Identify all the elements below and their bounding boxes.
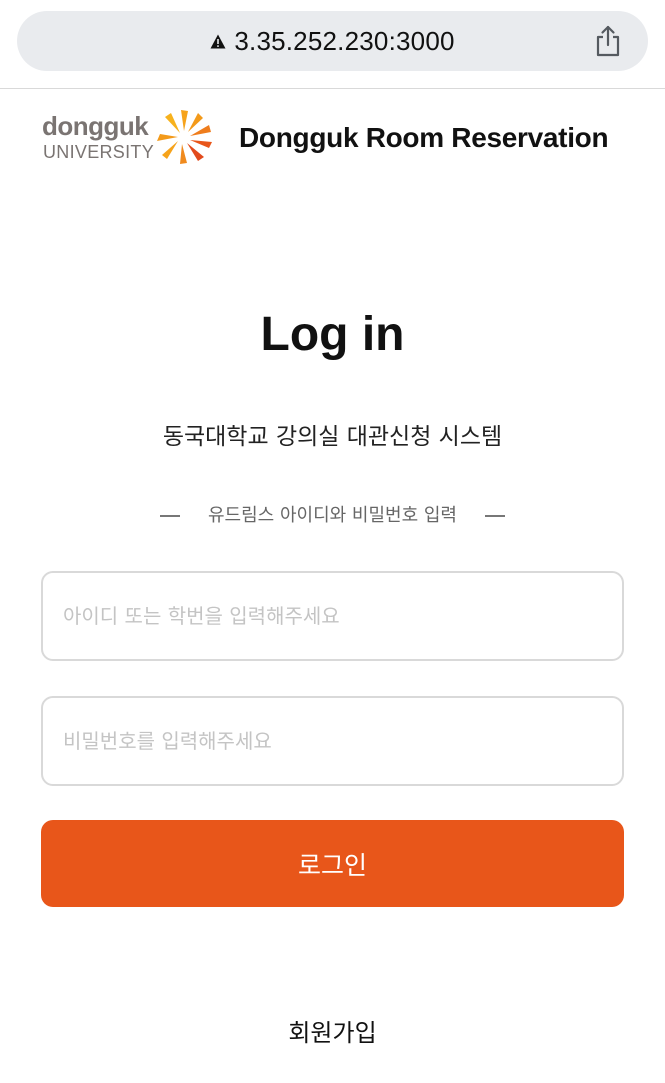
- toolbar-divider: [0, 88, 665, 89]
- user-id-input[interactable]: [41, 571, 624, 661]
- app-title: Dongguk Room Reservation: [239, 122, 609, 153]
- login-page: 3.35.252.230:3000 dongguk UNIVERSITY Don…: [0, 0, 665, 1083]
- url-text: 3.35.252.230:3000: [234, 25, 455, 56]
- password-input[interactable]: [41, 696, 624, 786]
- address-bar-content: 3.35.252.230:3000: [17, 11, 648, 71]
- warning-triangle-icon: [210, 34, 226, 48]
- signup-link[interactable]: 회원가입: [0, 1016, 665, 1050]
- dongguk-logo: dongguk UNIVERSITY: [42, 110, 220, 167]
- logo-wordmark: dongguk: [42, 111, 149, 141]
- lotus-logo-icon: [157, 110, 212, 164]
- login-button[interactable]: 로그인: [41, 820, 624, 907]
- divider-dash-right: [485, 515, 505, 517]
- login-heading: Log in: [260, 308, 405, 361]
- divider-text: 유드림스 아이디와 비밀번호 입력: [207, 505, 457, 526]
- system-subtitle: 동국대학교 강의실 대관신청 시스템: [162, 424, 503, 450]
- address-bar[interactable]: 3.35.252.230:3000: [17, 11, 648, 71]
- divider-dash-left: [159, 515, 180, 517]
- logo-subtext: UNIVERSITY: [43, 142, 155, 162]
- share-icon[interactable]: [594, 25, 622, 57]
- credentials-divider: 유드림스 아이디와 비밀번호 입력: [0, 503, 665, 529]
